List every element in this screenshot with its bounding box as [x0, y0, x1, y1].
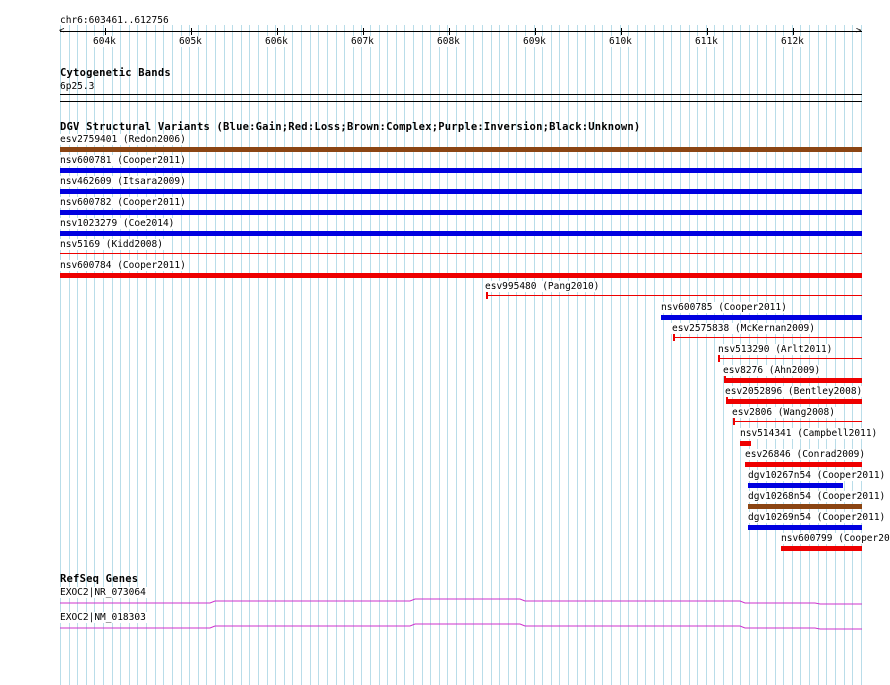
gene-model-line[interactable] [60, 623, 862, 630]
refseq-gene-models [60, 598, 862, 630]
gene-model-line[interactable] [60, 598, 862, 605]
